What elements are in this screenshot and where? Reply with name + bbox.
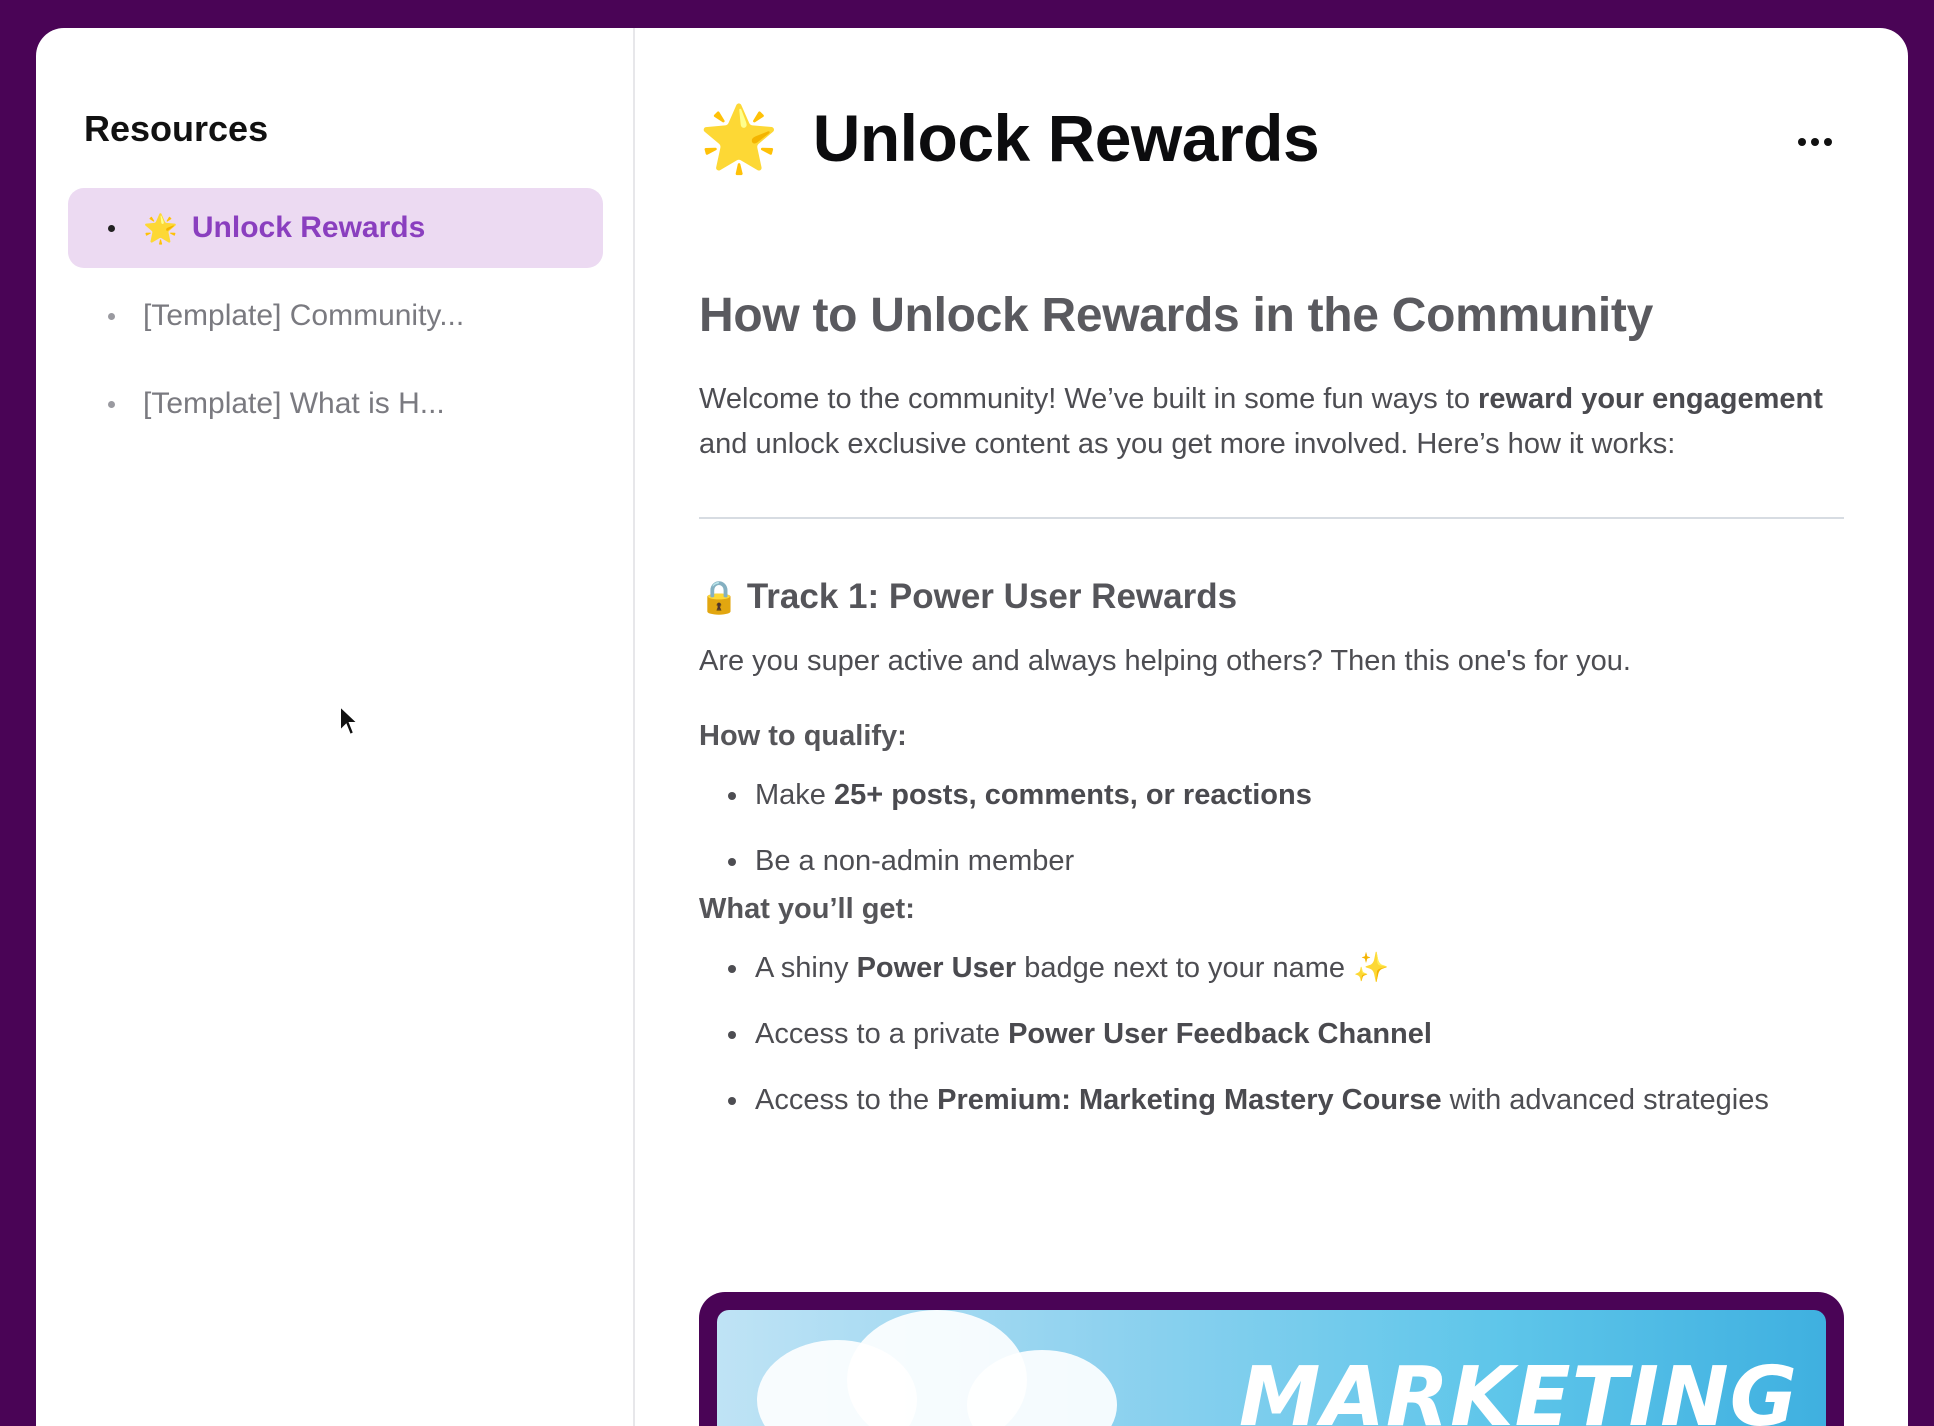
sidebar: Resources 🌟 Unlock Rewards [Template] Co… [36,28,635,1426]
lock-icon: 🔒 [699,579,739,615]
banner-title: MARKETING [1238,1350,1798,1426]
star-icon: 🌟 [699,102,779,174]
benefits-list: A shiny Power User badge next to your na… [699,948,1844,1120]
article: How to Unlock Rewards in the Community W… [699,258,1844,1146]
mouse-cursor-icon [339,704,360,737]
sidebar-nav: 🌟 Unlock Rewards [Template] Community...… [68,188,603,452]
sidebar-item-template-what-is[interactable]: [Template] What is H... [68,364,603,444]
list-item: Be a non-admin member [699,841,1844,881]
banner-artwork: MARKETING [717,1310,1826,1426]
main-content: 🌟 Unlock Rewards How to Unlock Rewards i… [635,28,1908,1426]
more-horizontal-icon [1798,138,1806,146]
qualify-label: How to qualify: [699,720,907,752]
list-item: Make 25+ posts, comments, or reactions [699,775,1844,815]
track-description: Are you super active and always helping … [699,645,1631,677]
intro-paragraph: Welcome to the community! We’ve built in… [699,383,1823,460]
sidebar-item-unlock-rewards[interactable]: 🌟 Unlock Rewards [68,188,603,268]
page-header: 🌟 Unlock Rewards [699,100,1320,176]
bullet-icon [108,312,115,320]
star-icon: 🌟 [143,212,178,244]
sidebar-item-label: Unlock Rewards [191,211,426,244]
sparkles-icon: ✨ [1353,952,1390,984]
more-options-button[interactable] [1798,138,1832,146]
sidebar-item-template-community[interactable]: [Template] Community... [68,276,603,356]
app-window: Resources 🌟 Unlock Rewards [Template] Co… [36,28,1908,1426]
benefits-label: What you’ll get: [699,893,915,925]
page-title: Unlock Rewards [812,101,1320,175]
article-heading: How to Unlock Rewards in the Community [699,289,1654,342]
bullet-icon [108,224,115,232]
qualify-list: Make 25+ posts, comments, or reactions B… [699,775,1844,881]
divider [699,517,1844,519]
course-banner-image: MARKETING [699,1292,1844,1426]
track-heading: 🔒 Track 1: Power User Rewards [699,577,1238,616]
list-item: A shiny Power User badge next to your na… [699,948,1844,988]
list-item: Access to a private Power User Feedback … [699,1014,1844,1054]
list-item: Access to the Premium: Marketing Mastery… [699,1080,1844,1120]
sidebar-item-label: [Template] Community... [143,299,465,332]
sidebar-title: Resources [84,108,269,149]
bullet-icon [108,400,115,408]
sidebar-item-label: [Template] What is H... [143,387,445,420]
